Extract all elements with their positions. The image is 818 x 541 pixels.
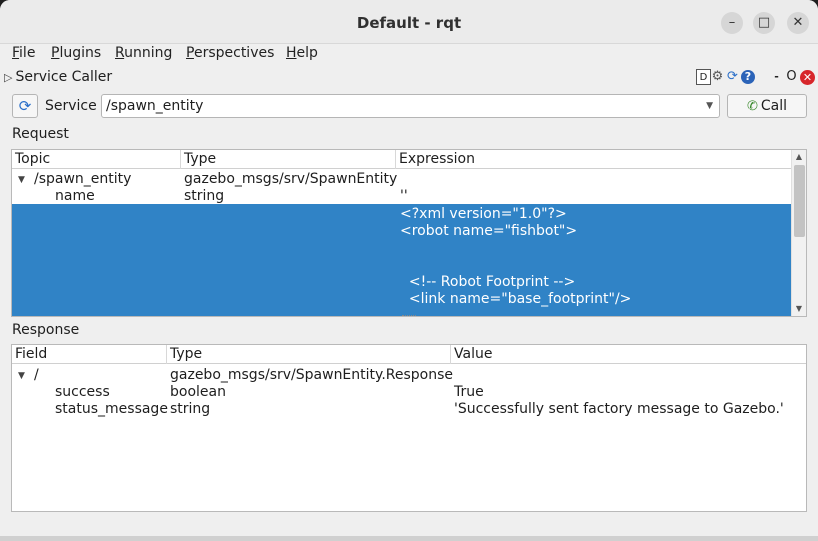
float-plugin-icon[interactable]: O (784, 69, 799, 85)
service-label: Service (45, 98, 97, 114)
column-header-expression[interactable]: Expression (396, 150, 792, 169)
type-cell: boolean (170, 384, 226, 400)
column-header-value[interactable]: Value (451, 345, 806, 364)
request-tree-header: Topic Type Expression (12, 150, 792, 169)
topic-cell: /spawn_entity (34, 171, 132, 187)
splitter-handle[interactable] (402, 315, 416, 317)
title-bar[interactable]: Default - rqt – □ ✕ (0, 0, 818, 44)
window-title: Default - rqt (356, 14, 462, 32)
chevron-down-icon: ▼ (706, 101, 713, 111)
value-cell: True (454, 384, 484, 400)
window-bottom-edge (0, 536, 818, 541)
phone-icon: ✆ (746, 99, 758, 114)
rqt-window: Default - rqt – □ ✕ File Plugins Running… (0, 0, 818, 541)
minimize-button[interactable]: – (721, 12, 743, 34)
gear-icon[interactable]: ⚙ (710, 69, 725, 85)
menu-bar: File Plugins Running Perspectives Help (0, 44, 818, 64)
service-select[interactable]: /spawn_entity ▼ (101, 94, 720, 118)
plugin-title-bar[interactable]: ▷ Service Caller (4, 69, 112, 85)
field-cell: status_message (55, 401, 168, 417)
scrollbar-thumb[interactable] (794, 165, 805, 237)
expression-line: <link name="base_footprint"/> (400, 291, 632, 307)
dock-icon[interactable]: D (696, 69, 711, 85)
menu-plugins[interactable]: Plugins (51, 45, 101, 61)
close-button[interactable]: ✕ (787, 12, 809, 34)
request-scrollbar[interactable]: ▲ ▼ (791, 150, 806, 316)
request-label: Request (12, 126, 69, 142)
expression-line: <robot name="fishbot"> (400, 223, 578, 239)
menu-perspectives[interactable]: Perspectives (186, 45, 274, 61)
field-cell: success (55, 384, 110, 400)
expression-cell[interactable]: '' (400, 188, 408, 205)
refresh-services-button[interactable]: ⟳ (12, 94, 38, 118)
call-button-label: Call (760, 98, 788, 114)
plugin-title: Service Caller (15, 69, 113, 85)
value-cell: 'Successfully sent factory message to Ga… (454, 401, 784, 417)
help-icon[interactable]: ? (741, 70, 755, 84)
request-tree[interactable]: Topic Type Expression ▼ /spawn_entity ga… (11, 149, 807, 317)
type-cell: string (184, 188, 225, 204)
reload-icon[interactable]: ⟳ (725, 69, 740, 85)
maximize-button[interactable]: □ (753, 12, 775, 34)
close-plugin-icon[interactable]: ✕ (800, 70, 815, 85)
expand-icon[interactable]: ▷ (4, 71, 12, 84)
column-header-field[interactable]: Field (12, 345, 167, 364)
menu-help[interactable]: Help (286, 45, 318, 61)
topic-cell: name (55, 188, 95, 204)
expression-line: <?xml version="1.0"?> (400, 206, 567, 222)
type-cell: gazebo_msgs/srv/SpawnEntity (184, 171, 398, 187)
response-label: Response (12, 322, 80, 338)
selected-row[interactable]: <?xml version="1.0"?> <robot name="fishb… (12, 204, 792, 316)
type-cell: string (170, 401, 211, 417)
call-button[interactable]: ✆ Call (727, 94, 807, 118)
column-header-type[interactable]: Type (167, 345, 451, 364)
menu-file[interactable]: File (12, 45, 35, 61)
menu-running[interactable]: Running (115, 45, 172, 61)
response-tree-header: Field Type Value (12, 345, 806, 364)
scroll-down-icon[interactable]: ▼ (792, 302, 806, 316)
service-select-value: /spawn_entity (106, 98, 204, 114)
collapse-icon[interactable]: ▼ (18, 175, 25, 185)
column-header-topic[interactable]: Topic (12, 150, 181, 169)
scroll-up-icon[interactable]: ▲ (792, 150, 806, 164)
minimize-plugin-icon[interactable]: - (769, 69, 784, 85)
column-header-type[interactable]: Type (181, 150, 396, 169)
field-cell: / (34, 367, 39, 383)
collapse-icon[interactable]: ▼ (18, 371, 25, 381)
type-cell: gazebo_msgs/srv/SpawnEntity.Response (170, 367, 454, 383)
response-tree[interactable]: Field Type Value ▼ / gazebo_msgs/srv/Spa… (11, 344, 807, 512)
expression-line: <!-- Robot Footprint --> (400, 274, 576, 290)
